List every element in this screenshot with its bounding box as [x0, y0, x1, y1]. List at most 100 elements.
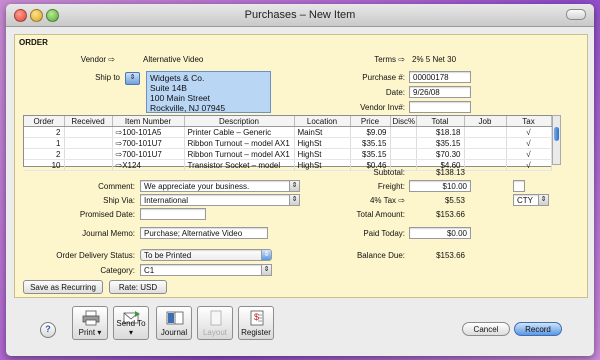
column-header-order[interactable]: Order	[24, 116, 65, 127]
cell-order[interactable]: 2	[24, 126, 65, 138]
cell-price[interactable]: $9.09	[350, 126, 391, 138]
tax-code-popup-icon[interactable]: ⇕	[538, 195, 548, 205]
table-row[interactable]: 2 ⇨700-101U7 Ribbon Turnout – model AX1 …	[24, 148, 552, 160]
category-popup-icon[interactable]: ⇕	[261, 265, 271, 275]
table-row[interactable]: 2 ⇨100-101A5 Printer Cable – Generic Mai…	[24, 126, 552, 138]
cell-tax[interactable]: √	[506, 126, 552, 138]
cell-received[interactable]	[64, 159, 113, 171]
section-label: ORDER	[19, 38, 48, 47]
terms-label[interactable]: Terms ⇨	[325, 55, 405, 64]
column-header-description[interactable]: Description	[184, 116, 295, 127]
column-header-received[interactable]: Received	[64, 116, 113, 127]
save-as-recurring-button[interactable]: Save as Recurring	[23, 280, 103, 294]
cell-description[interactable]: Ribbon Turnout – model AX1	[184, 137, 295, 149]
cell-item-number[interactable]: ⇨700-101U7	[112, 148, 185, 160]
column-header-item-number[interactable]: Item Number	[112, 116, 185, 127]
help-button[interactable]: ?	[40, 322, 56, 338]
cell-description[interactable]: Transistor Socket – model	[184, 159, 295, 171]
category-field[interactable]: C1 ⇕	[140, 264, 272, 276]
purchase-no-field[interactable]: 00000178	[409, 71, 471, 83]
cell-total[interactable]: $35.15	[416, 137, 465, 149]
comment-field[interactable]: We appreciate your business. ⇕	[140, 180, 300, 192]
table-scroll-thumb[interactable]	[554, 127, 559, 141]
ship-to-line: 100 Main Street	[150, 93, 211, 103]
cell-received[interactable]	[64, 126, 113, 138]
vendor-arrow-icon[interactable]: ⇨	[108, 55, 115, 64]
paid-today-field[interactable]: $0.00	[409, 227, 471, 239]
column-header-total[interactable]: Total	[416, 116, 465, 127]
cell-item-number[interactable]: ⇨X124	[112, 159, 185, 171]
cell-tax[interactable]: √	[506, 159, 552, 171]
cell-description[interactable]: Ribbon Turnout – model AX1	[184, 148, 295, 160]
cell-tax[interactable]: √	[506, 137, 552, 149]
freight-label: Freight:	[377, 182, 405, 191]
cell-disc[interactable]	[390, 126, 417, 138]
terms-value[interactable]: 2% 5 Net 30	[412, 55, 456, 64]
send-to-button[interactable]: Send To ▾	[113, 306, 149, 340]
table-scrollbar[interactable]	[552, 115, 561, 165]
delivery-status-arrow-icon[interactable]: ⇕	[261, 250, 271, 260]
date-field[interactable]: 9/26/08	[409, 86, 471, 98]
vendor-label[interactable]: Vendor ⇨	[45, 55, 115, 64]
ship-to-popup-button[interactable]: ⇕	[125, 72, 140, 85]
cell-job[interactable]	[464, 159, 507, 171]
comment-popup-icon[interactable]: ⇕	[289, 181, 299, 191]
record-button[interactable]: Record	[514, 322, 562, 336]
purchase-no-label: Purchase #:	[362, 73, 405, 82]
rate-button[interactable]: Rate: USD	[109, 280, 167, 294]
cell-description[interactable]: Printer Cable – Generic	[184, 126, 295, 138]
tax-label[interactable]: 4% Tax ⇨	[315, 196, 405, 205]
print-button[interactable]: Print ▾	[72, 306, 108, 340]
tax-arrow-icon[interactable]: ⇨	[398, 196, 405, 205]
cell-location[interactable]: HighSt	[294, 137, 351, 149]
ship-to-address-field[interactable]: Widgets & Co. Suite 14B 100 Main Street …	[146, 71, 271, 113]
ship-to-line: Widgets & Co.	[150, 73, 205, 83]
vendor-inv-label: Vendor Inv#:	[360, 103, 405, 112]
ship-via-field[interactable]: International ⇕	[140, 194, 300, 206]
cell-disc[interactable]	[390, 148, 417, 160]
register-button[interactable]: $ Register	[238, 306, 274, 340]
cell-tax[interactable]: √	[506, 148, 552, 160]
freight-tax-checkbox[interactable]	[513, 180, 525, 192]
cell-price[interactable]: $35.15	[350, 137, 391, 149]
cancel-button[interactable]: Cancel	[462, 322, 510, 336]
column-header-price[interactable]: Price	[350, 116, 391, 127]
cell-location[interactable]: HighSt	[294, 148, 351, 160]
vendor-value[interactable]: Alternative Video	[143, 55, 203, 64]
journal-book-icon	[166, 311, 184, 325]
tax-code-field[interactable]: CTY ⇕	[513, 194, 549, 206]
cell-item-number[interactable]: ⇨100-101A5	[112, 126, 185, 138]
cell-received[interactable]	[64, 137, 113, 149]
terms-arrow-icon[interactable]: ⇨	[398, 55, 405, 64]
table-row[interactable]: 1 ⇨700-101U7 Ribbon Turnout – model AX1 …	[24, 137, 552, 149]
cell-order[interactable]: 10	[24, 159, 65, 171]
delivery-status-label: Order Delivery Status:	[56, 251, 135, 260]
cell-disc[interactable]	[390, 137, 417, 149]
column-header-job[interactable]: Job	[464, 116, 507, 127]
cell-total[interactable]: $18.18	[416, 126, 465, 138]
toolbar-toggle-button[interactable]	[566, 9, 586, 20]
cell-item-number[interactable]: ⇨700-101U7	[112, 137, 185, 149]
column-header-location[interactable]: Location	[294, 116, 351, 127]
cell-order[interactable]: 1	[24, 137, 65, 149]
cell-job[interactable]	[464, 137, 507, 149]
cell-order[interactable]: 2	[24, 148, 65, 160]
journal-memo-field[interactable]: Purchase; Alternative Video	[140, 227, 268, 239]
table-row[interactable]: 10 ⇨X124 Transistor Socket – model HighS…	[24, 159, 552, 171]
layout-button[interactable]: Layout	[197, 306, 233, 340]
print-label: Print ▾	[78, 328, 102, 337]
column-header-disc[interactable]: Disc%	[390, 116, 417, 127]
vendor-inv-field[interactable]	[409, 101, 471, 113]
freight-field[interactable]: $10.00	[409, 180, 471, 192]
cell-received[interactable]	[64, 148, 113, 160]
cell-location[interactable]: MainSt	[294, 126, 351, 138]
cell-total[interactable]: $70.30	[416, 148, 465, 160]
ship-via-popup-icon[interactable]: ⇕	[289, 195, 299, 205]
cell-job[interactable]	[464, 126, 507, 138]
column-header-tax[interactable]: Tax	[506, 116, 552, 127]
cell-price[interactable]: $35.15	[350, 148, 391, 160]
cell-job[interactable]	[464, 148, 507, 160]
promised-date-field[interactable]	[140, 208, 206, 220]
journal-button[interactable]: Journal	[156, 306, 192, 340]
delivery-status-popup[interactable]: To be Printed ⇕	[140, 249, 272, 261]
